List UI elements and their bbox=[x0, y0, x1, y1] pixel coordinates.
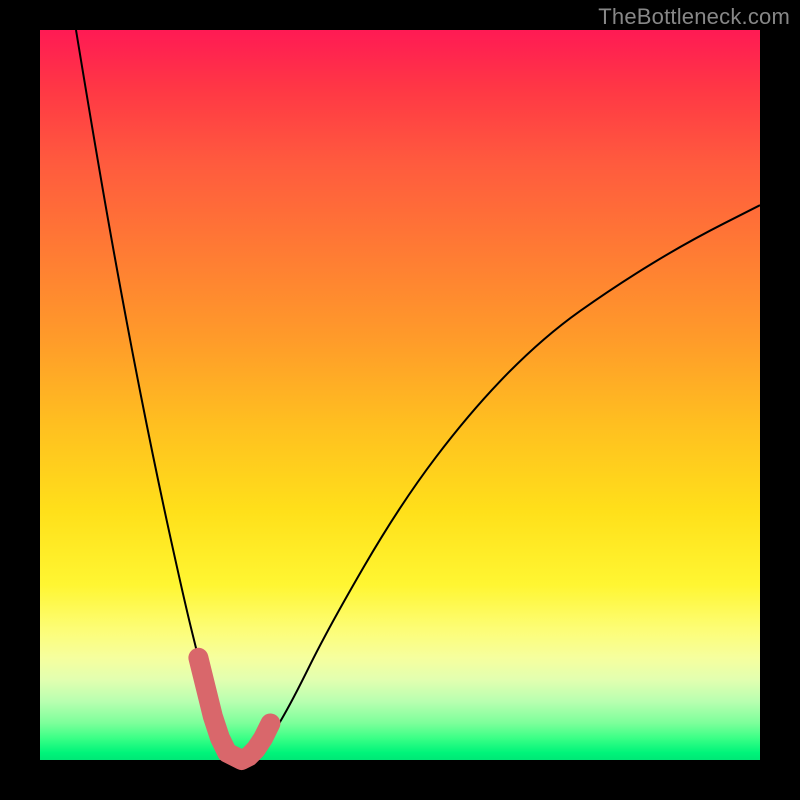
optimal-zone-band bbox=[198, 658, 270, 760]
watermark-text: TheBottleneck.com bbox=[598, 4, 790, 30]
optimal-zone-marker bbox=[198, 658, 270, 760]
chart-frame: TheBottleneck.com bbox=[0, 0, 800, 800]
bottleneck-curve bbox=[76, 30, 760, 759]
curve-svg bbox=[40, 30, 760, 760]
plot-area bbox=[40, 30, 760, 760]
